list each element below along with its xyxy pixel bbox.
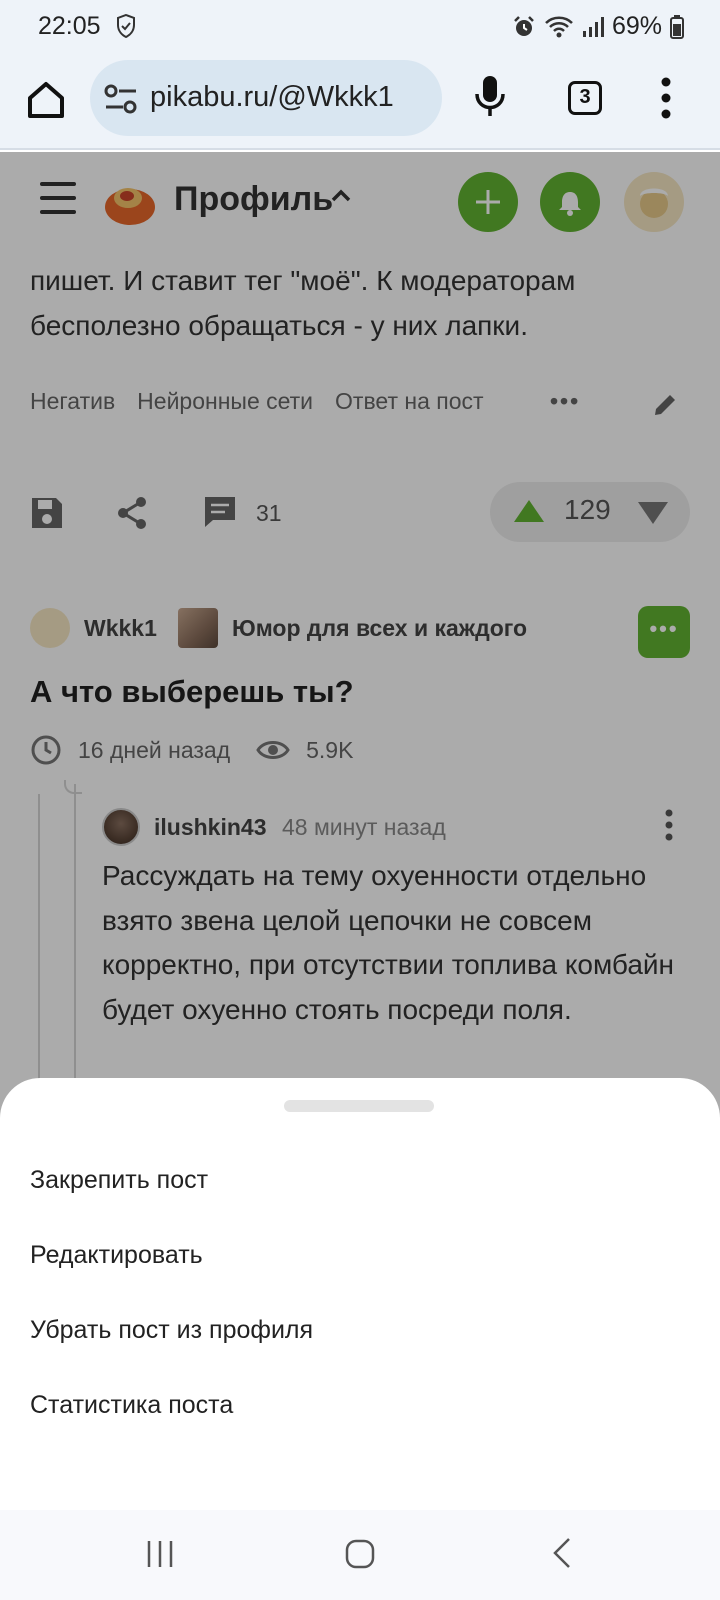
more-vert-icon[interactable]	[660, 76, 672, 125]
home-button-icon[interactable]	[344, 1538, 376, 1575]
tabs-icon[interactable]: 3	[568, 81, 602, 115]
address-bar[interactable]: pikabu.ru/@Wkkk1	[90, 60, 442, 136]
home-icon[interactable]	[22, 76, 70, 124]
battery-icon	[670, 14, 684, 39]
remove-from-profile-item[interactable]: Убрать пост из профиля	[30, 1316, 313, 1345]
battery-level: 69%	[611, 12, 662, 40]
status-right: 69%	[512, 12, 684, 41]
shield-icon	[116, 13, 136, 43]
status-bar: 22:05 69%	[0, 0, 720, 54]
mic-icon[interactable]	[472, 74, 508, 127]
sheet-drag-handle[interactable]	[284, 1100, 434, 1112]
back-icon[interactable]	[550, 1536, 574, 1575]
url-text[interactable]: pikabu.ru/@Wkkk1	[150, 81, 394, 114]
post-stats-item[interactable]: Статистика поста	[30, 1391, 233, 1420]
alarm-icon	[512, 15, 536, 39]
post-actions-sheet: Закрепить пост Редактировать Убрать пост…	[0, 1078, 720, 1510]
recents-icon[interactable]	[144, 1538, 176, 1575]
signal-icon	[582, 15, 604, 39]
browser-toolbar: pikabu.ru/@Wkkk1 3	[0, 54, 720, 150]
status-time: 22:05	[38, 12, 101, 40]
site-settings-icon[interactable]	[104, 84, 138, 119]
pin-post-item[interactable]: Закрепить пост	[30, 1166, 208, 1195]
system-nav-bar	[0, 1510, 720, 1600]
edit-post-item[interactable]: Редактировать	[30, 1241, 203, 1270]
wifi-icon	[544, 15, 574, 39]
